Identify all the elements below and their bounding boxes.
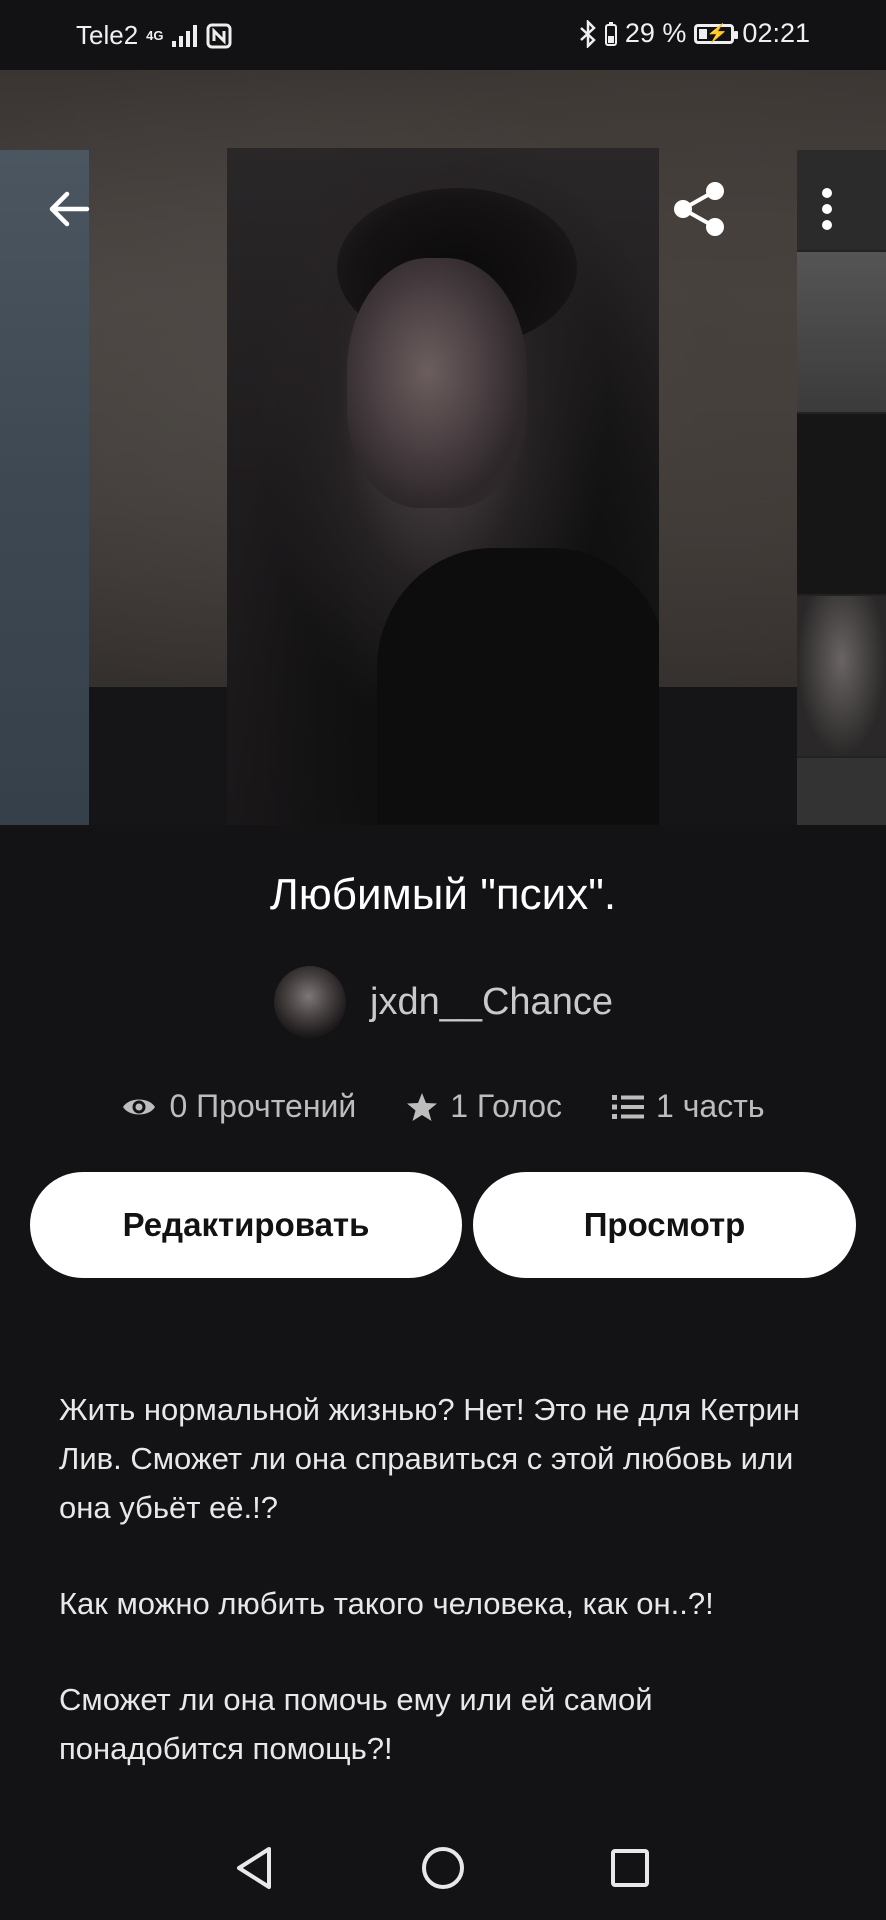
carrier-label: Tele2 [76,20,139,50]
battery-icon: ⚡ [694,23,739,44]
preview-button[interactable]: Просмотр [473,1172,856,1278]
parts-count: 1 часть [656,1088,765,1124]
share-button[interactable] [664,174,734,244]
arrow-left-icon [49,191,90,227]
eye-icon [123,1099,156,1114]
description-paragraph: Как можно любить такого человека, как он… [59,1586,714,1621]
cover-hero [0,70,886,825]
clock: 02:21 [742,18,810,48]
triangle-back-icon [237,1847,271,1889]
status-left: Tele2 4G [76,20,232,51]
nav-recents-button[interactable] [602,1840,658,1896]
status-bar: Tele2 4G 29 % ⚡ 02:21 [0,0,886,70]
more-options-button[interactable] [792,174,862,244]
back-button[interactable] [34,174,104,244]
system-navigation-bar [0,1810,886,1920]
star-icon [407,1092,438,1121]
description-paragraph: Сможет ли она помочь ему или ей самой по… [59,1682,653,1766]
bluetooth-icon [580,19,596,48]
story-cover-image [227,148,659,825]
parts-stat: 1 часть [612,1088,765,1125]
author-name[interactable]: jxdn__Chance [370,981,613,1024]
edit-button[interactable]: Редактировать [30,1172,462,1278]
battery-percent: 29 % [624,18,687,48]
votes-stat: 1 Голос [406,1088,562,1125]
network-type-label: 4G [146,28,164,43]
list-icon [612,1094,645,1119]
signal-icon [171,24,197,47]
reads-count: 0 Прочтений [169,1088,357,1124]
battery-small-icon [604,21,617,46]
description-paragraph: Жить нормальной жизнью? Нет! Это не для … [59,1392,800,1525]
author-avatar[interactable] [274,966,346,1038]
circle-home-icon [422,1847,464,1889]
reads-stat: 0 Прочтений [121,1088,356,1125]
previous-cover-thumbnail[interactable] [0,150,89,825]
story-stats: 0 Прочтений 1 Голос 1 часть [0,1088,886,1125]
nav-home-button[interactable] [415,1840,471,1896]
next-cover-thumbnail[interactable] [797,150,886,825]
nav-back-button[interactable] [226,1840,282,1896]
more-vertical-icon [822,188,832,230]
share-icon [674,182,724,236]
votes-count: 1 Голос [450,1088,563,1124]
square-recents-icon [611,1849,649,1887]
story-description: Жить нормальной жизнью? Нет! Это не для … [59,1385,839,1820]
status-right: 29 % ⚡ 02:21 [579,18,810,49]
nfc-icon [206,23,231,48]
author-row[interactable]: jxdn__Chance [274,966,613,1038]
story-title: Любимый "псих". [269,870,617,919]
